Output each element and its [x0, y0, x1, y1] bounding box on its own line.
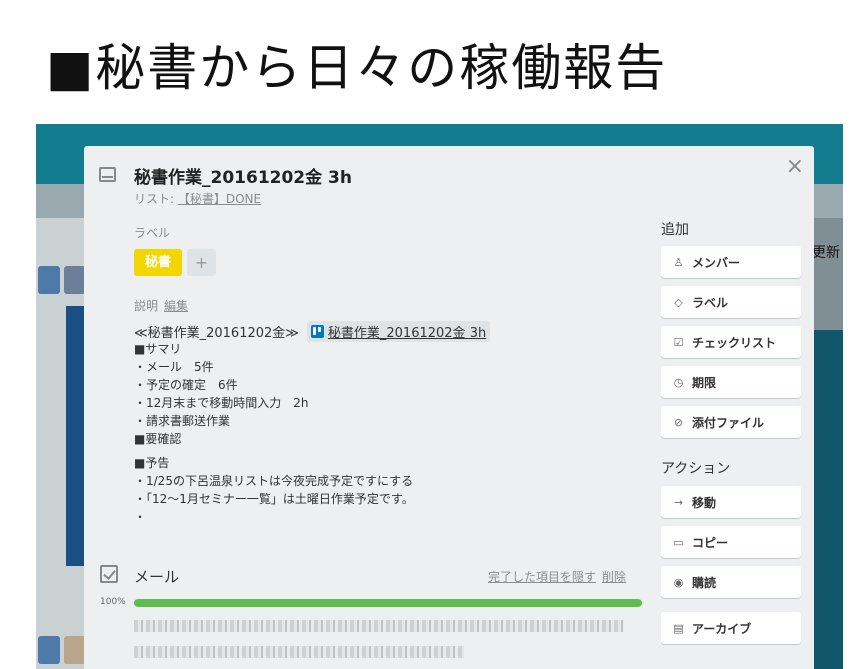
- actions-heading: アクション: [661, 461, 731, 477]
- description-line: ・メール 5件: [134, 360, 214, 374]
- trello-icon: [310, 325, 324, 338]
- description-line: ■予告: [134, 456, 170, 470]
- add-label-button[interactable]: +: [187, 249, 216, 276]
- card-detail-window: × 秘書作業_20161202金 3h リスト: 【秘書】DONE ラベル 秘書…: [84, 146, 814, 669]
- checklist-item-blurred: [134, 620, 624, 632]
- avatar: [38, 266, 60, 294]
- checklist-item-blurred: [134, 646, 464, 658]
- button-label: 移動: [692, 495, 717, 510]
- avatar: [64, 266, 86, 294]
- avatar: [64, 636, 86, 664]
- tag-icon: ◇: [674, 295, 683, 309]
- button-label: 購読: [692, 575, 717, 590]
- description-line: ・請求書郵送作業: [134, 414, 231, 428]
- checklist-title[interactable]: メール: [134, 566, 179, 587]
- list-link[interactable]: 【秘書】DONE: [178, 192, 261, 206]
- list-prefix: リスト:: [134, 192, 178, 206]
- add-attachment-button[interactable]: ⊘ 添付ファイル: [661, 406, 801, 438]
- description-heading: 説明 編集: [134, 297, 188, 314]
- subscribe-button[interactable]: ◉ 購読: [661, 566, 801, 598]
- description-intro-line: ≪秘書作業_20161202金≫ 秘書作業_20161202金 3h: [134, 321, 491, 342]
- description-heading-label: 説明: [134, 299, 159, 313]
- add-label-sidebar-button[interactable]: ◇ ラベル: [661, 286, 801, 318]
- checklist-progress-bar: [134, 599, 642, 607]
- slide-title: ■秘書から日々の稼働報告: [46, 39, 668, 97]
- add-due-date-button[interactable]: ◷ 期限: [661, 366, 801, 398]
- description-intro: ≪秘書作業_20161202金≫: [134, 326, 299, 341]
- description-line: ・1/25の下呂温泉リストは今夜完成予定ですにする: [134, 474, 414, 488]
- description-line: ・12月末まで移動時間入力 2h: [134, 396, 309, 410]
- trello-screenshot: 更新 × 秘書作業_20161202金 3h リスト: 【秘書】DONE ラベル…: [36, 124, 843, 669]
- board-list-right: [813, 330, 843, 669]
- add-checklist-button[interactable]: ☑ チェックリスト: [661, 326, 801, 358]
- delete-checklist-link[interactable]: 削除: [602, 570, 626, 584]
- description-block-summary: ■サマリ ・メール 5件 ・予定の確定 6件 ・12月末まで移動時間入力 2h …: [134, 340, 309, 448]
- arrow-right-icon: →: [673, 495, 684, 509]
- checklist-progress-percent: 100%: [100, 597, 126, 607]
- trello-card-link-text: 秘書作業_20161202金 3h: [327, 326, 487, 341]
- close-icon[interactable]: ×: [786, 154, 804, 179]
- copy-icon: ▭: [673, 535, 684, 549]
- button-label: 添付ファイル: [692, 415, 765, 430]
- description-line: ■サマリ: [134, 342, 182, 356]
- clock-icon: ◷: [673, 375, 684, 389]
- avatar: [38, 636, 60, 664]
- trello-card-link[interactable]: 秘書作業_20161202金 3h: [306, 321, 491, 342]
- description-line: ・: [134, 510, 147, 524]
- description-line: ・「12～1月セミナー一覧」は土曜日作業予定です。: [134, 492, 414, 506]
- edit-description-link[interactable]: 編集: [164, 299, 188, 313]
- card-title[interactable]: 秘書作業_20161202金 3h: [134, 163, 352, 188]
- card-icon: [99, 167, 116, 182]
- description-line: ■要確認: [134, 432, 182, 446]
- button-label: チェックリスト: [692, 335, 777, 350]
- label-heading: ラベル: [134, 226, 171, 240]
- label-chip[interactable]: 秘書: [134, 249, 182, 276]
- card-list-info: リスト: 【秘書】DONE: [134, 190, 261, 207]
- checklist-icon: ☑: [673, 335, 684, 349]
- checklist-progress-fill: [134, 599, 642, 607]
- checklist-actions: 完了した項目を隠す 削除: [482, 568, 626, 585]
- archive-button[interactable]: ▤ アーカイブ: [661, 612, 801, 644]
- add-heading: 追加: [661, 222, 689, 238]
- person-icon: ♙: [673, 255, 684, 269]
- button-label: ラベル: [692, 295, 729, 310]
- add-member-button[interactable]: ♙ メンバー: [661, 246, 801, 278]
- button-label: アーカイブ: [692, 621, 752, 636]
- description-line: ・予定の確定 6件: [134, 378, 238, 392]
- eye-icon: ◉: [673, 575, 684, 589]
- move-button[interactable]: → 移動: [661, 486, 801, 518]
- checklist-icon: [100, 565, 118, 583]
- board-list-card: [66, 306, 84, 566]
- button-label: コピー: [692, 535, 729, 550]
- button-label: 期限: [692, 375, 717, 390]
- paperclip-icon: ⊘: [673, 415, 684, 429]
- description-block-notice: ■予告 ・1/25の下呂温泉リストは今夜完成予定ですにする ・「12～1月セミナ…: [134, 454, 414, 526]
- hide-completed-link[interactable]: 完了した項目を隠す: [488, 570, 596, 584]
- background-update-text: 更新: [812, 245, 840, 261]
- archive-icon: ▤: [673, 621, 684, 635]
- button-label: メンバー: [692, 255, 741, 270]
- copy-button[interactable]: ▭ コピー: [661, 526, 801, 558]
